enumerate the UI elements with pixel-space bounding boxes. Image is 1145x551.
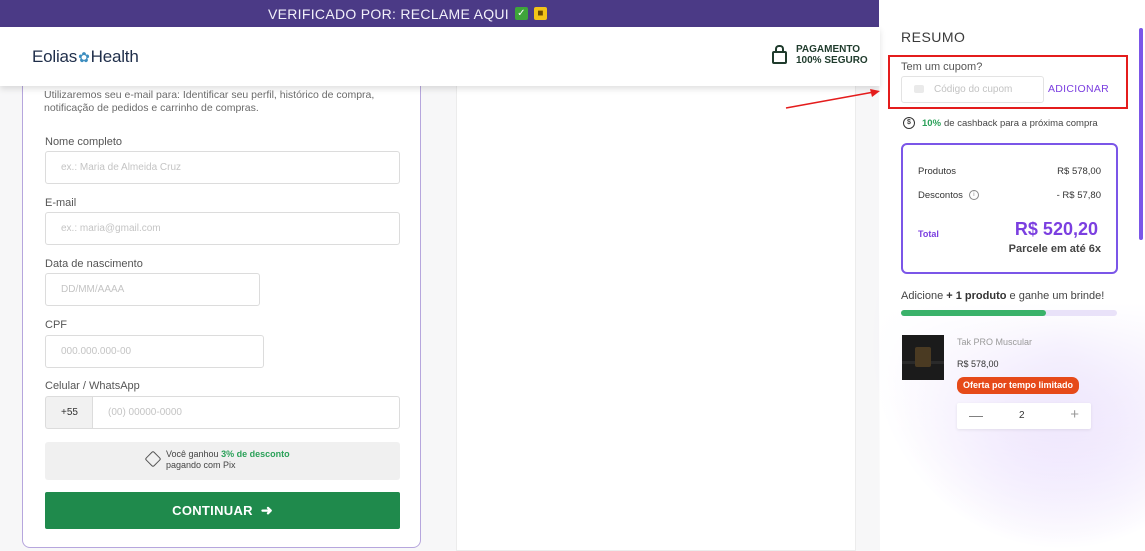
discounts-label: Descontos — [918, 190, 963, 201]
padlock-icon — [772, 45, 787, 64]
phone-input[interactable]: (00) 00000-0000 — [92, 396, 400, 429]
secure-line-2: 100% SEGURO — [796, 55, 868, 66]
info-icon[interactable]: i — [968, 190, 979, 201]
increase-quantity-button[interactable]: + — [1070, 406, 1079, 423]
logo-text-right: Health — [90, 47, 139, 66]
product-price: R$ 578,00 — [957, 359, 999, 369]
gift-text-bold: + 1 produto — [946, 290, 1007, 302]
arrow-right-icon: ➜ — [260, 502, 273, 518]
cashback-notice: $ 10% de cashback para a próxima compra — [903, 117, 1098, 129]
gift-progress-fill — [901, 310, 1046, 316]
cashback-text: de cashback para a próxima compra — [944, 117, 1098, 129]
summary-scrollbar[interactable] — [1139, 28, 1143, 240]
pix-text-post: pagando com Pix — [166, 460, 236, 470]
flower-icon: ✿ — [78, 49, 90, 65]
name-label: Nome completo — [45, 136, 123, 148]
gift-progress-text: Adicione + 1 produto e ganhe um brinde! — [901, 290, 1104, 302]
delivery-card — [456, 86, 856, 551]
products-label: Produtos — [918, 166, 957, 177]
annotation-arrow — [785, 89, 880, 109]
cpf-label: CPF — [45, 319, 67, 331]
phone-country-code[interactable]: +55 — [45, 396, 93, 429]
product-thumbnail[interactable] — [902, 335, 944, 380]
dollar-coin-icon: $ — [903, 117, 915, 129]
email-label: E-mail — [45, 197, 77, 209]
secure-payment-badge: PAGAMENTO 100% SEGURO — [772, 44, 868, 66]
continue-label: CONTINUAR — [172, 503, 253, 518]
cpf-input[interactable]: 000.000.000-00 — [45, 335, 264, 368]
quantity-value: 2 — [1019, 410, 1025, 421]
full-name-input[interactable]: ex.: Maria de Almeida Cruz — [45, 151, 400, 184]
secure-line-1: PAGAMENTO — [796, 44, 861, 55]
product-name[interactable]: Tak PRO Muscular — [957, 337, 1032, 347]
check-mark-icon: ✓ — [515, 7, 528, 20]
cashback-percent: 10% — [922, 117, 942, 129]
lock-icon: ■ — [534, 7, 547, 20]
quantity-stepper: — 2 + — [957, 403, 1091, 429]
decrease-quantity-button[interactable]: — — [969, 407, 983, 423]
coupon-highlight-box — [888, 55, 1128, 109]
verified-banner-text: VERIFICADO POR: RECLAME AQUI — [268, 5, 509, 22]
continue-button[interactable]: CONTINUAR ➜ — [45, 492, 400, 529]
pix-text-pre: Você ganhou — [166, 449, 222, 459]
brand-logo[interactable]: Eolias✿Health — [32, 47, 139, 67]
gift-text-post: e ganhe um brinde! — [1006, 290, 1105, 302]
limited-offer-badge: Oferta por tempo limitado — [957, 377, 1080, 394]
summary-title: RESUMO — [901, 29, 966, 45]
total-label: Total — [918, 229, 939, 239]
installments-text: Parcele em até 6x — [1008, 243, 1101, 255]
gift-progress-bar — [901, 310, 1117, 316]
phone-label: Celular / WhatsApp — [45, 380, 140, 392]
gift-text-pre: Adicione — [901, 290, 947, 302]
checkout-header: Eolias✿Health PAGAMENTO 100% SEGURO — [0, 27, 880, 86]
email-usage-notice: Utilizaremos seu e-mail para: Identifica… — [44, 89, 375, 114]
pix-discount-value: 3% de desconto — [221, 449, 290, 459]
total-value: R$ 520,20 — [1014, 219, 1098, 239]
logo-text-left: Eolias — [32, 47, 78, 66]
birthdate-label: Data de nascimento — [45, 258, 143, 270]
discounts-row-label: Descontos i — [918, 190, 979, 201]
totals-box: Produtos R$ 578,00 Descontos i - R$ 57,80… — [901, 143, 1118, 274]
birthdate-input[interactable]: DD/MM/AAAA — [45, 273, 260, 306]
discounts-value: - R$ 57,80 — [1056, 190, 1101, 201]
pix-discount-text: Você ganhou 3% de desconto pagando com P… — [166, 449, 290, 471]
email-input[interactable]: ex.: maria@gmail.com — [45, 212, 400, 245]
products-value: R$ 578,00 — [1057, 166, 1101, 177]
